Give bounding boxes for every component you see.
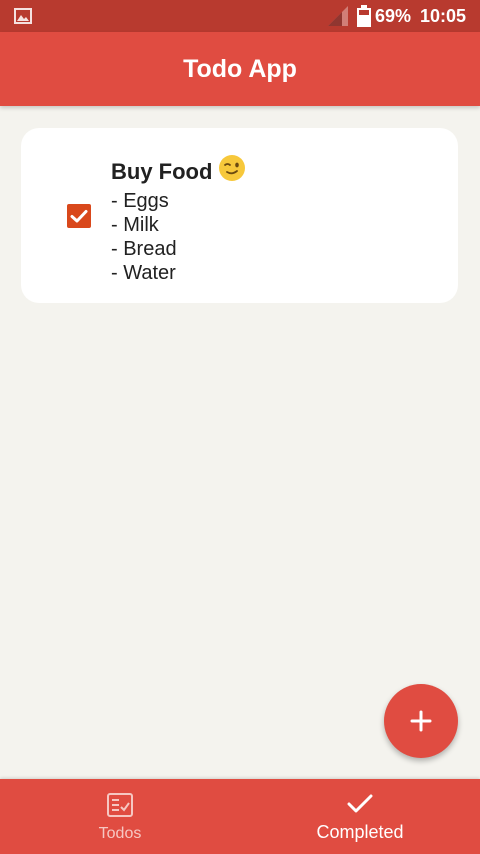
todo-card[interactable]: Buy Food - Eggs - Milk - Bread - Water [21,128,458,303]
status-bar: 69% 10:05 [0,0,480,32]
nav-label-completed: Completed [316,822,404,842]
app-bar: Todo App [0,32,480,106]
nav-item-todos[interactable]: Todos [0,779,240,854]
winking-face-icon [218,154,246,189]
app-title: Todo App [183,54,297,83]
add-todo-button[interactable] [384,684,458,758]
battery-percentage: 69% [375,6,412,26]
todo-title-row: Buy Food [111,154,246,189]
nav-label-todos: Todos [98,825,142,842]
checkmark-icon [70,210,88,223]
todo-description: - Eggs - Milk - Bread - Water [111,189,246,285]
gallery-icon [14,8,32,29]
todo-line: - Eggs [111,190,169,212]
clock: 10:05 [420,6,467,26]
plus-icon [410,710,432,732]
todo-title: Buy Food [111,158,213,184]
checkmark-icon [347,793,373,820]
nav-item-completed[interactable]: Completed [240,779,480,854]
todo-list-icon [107,793,133,822]
todo-content: Buy Food - Eggs - Milk - Bread - Water [111,154,246,285]
signal-icon [328,6,348,31]
todo-checkbox[interactable] [67,204,91,228]
todo-line: - Water [111,262,176,284]
bottom-navigation: Todos Completed [0,779,480,854]
todo-line: - Milk [111,214,159,236]
battery-icon [357,5,371,32]
todo-line: - Bread [111,238,177,260]
todo-app-screen: 69% 10:05 Todo App Buy Food - Eggs - Mil… [0,0,480,854]
